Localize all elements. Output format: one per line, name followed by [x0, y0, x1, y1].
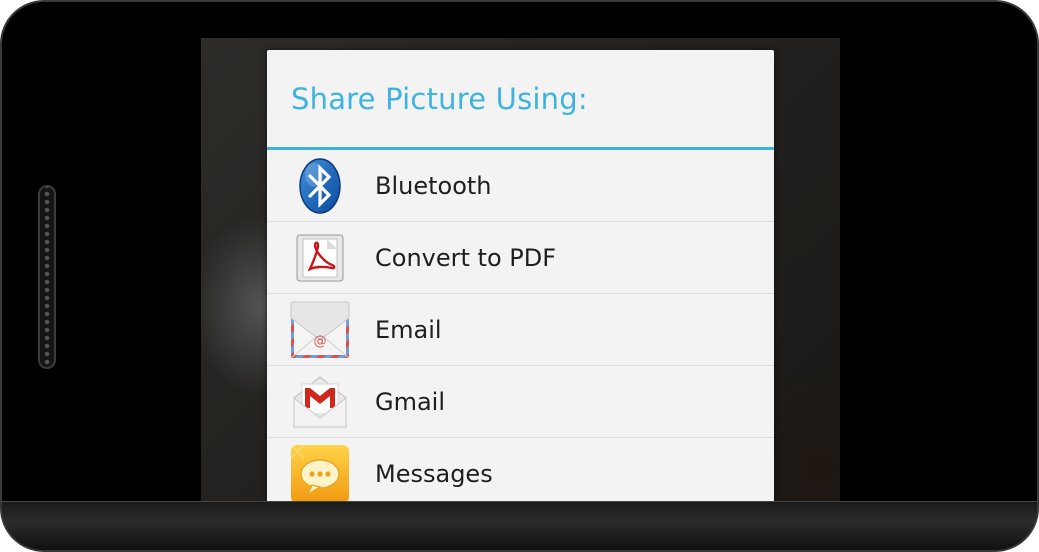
share-option-email[interactable]: @ Email	[267, 294, 774, 366]
dialog-title: Share Picture Using:	[291, 81, 588, 116]
screen: Share Picture Using: Bluetooth Convert t…	[94, 38, 948, 518]
device-frame: Share Picture Using: Bluetooth Convert t…	[0, 0, 1039, 552]
option-label: Messages	[375, 459, 493, 488]
email-icon: @	[289, 299, 351, 361]
share-option-gmail[interactable]: Gmail	[267, 366, 774, 438]
share-option-messages[interactable]: Messages	[267, 438, 774, 505]
option-label: Bluetooth	[375, 171, 492, 200]
svg-text:@: @	[314, 334, 327, 349]
option-label: Email	[375, 315, 442, 344]
gmail-icon	[289, 371, 351, 433]
pdf-icon	[289, 227, 351, 289]
share-option-bluetooth[interactable]: Bluetooth	[267, 150, 774, 222]
speaker-grille	[38, 185, 56, 369]
option-label: Convert to PDF	[375, 243, 557, 272]
share-options-list: Bluetooth Convert to PDF @ Email Gmail M…	[267, 150, 774, 505]
bluetooth-icon	[289, 155, 351, 217]
option-label: Gmail	[375, 387, 446, 416]
share-dialog: Share Picture Using: Bluetooth Convert t…	[267, 50, 774, 505]
share-option-convert-to-pdf[interactable]: Convert to PDF	[267, 222, 774, 294]
device-bottom-edge	[2, 501, 1037, 550]
messages-icon	[289, 443, 351, 505]
